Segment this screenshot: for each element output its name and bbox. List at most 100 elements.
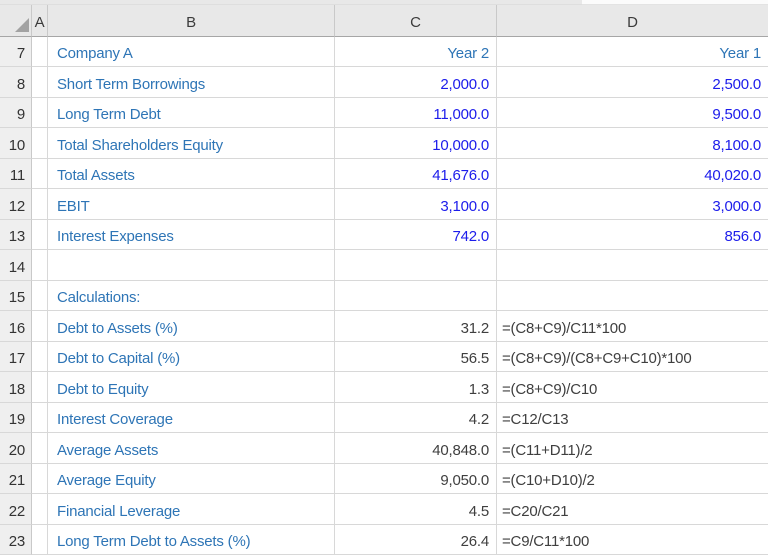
cell-A11[interactable]: [32, 159, 48, 189]
cell-D7[interactable]: Year 1: [497, 37, 768, 67]
cell-C23[interactable]: 26.4: [335, 525, 497, 555]
sheet-row-12: 12 EBIT3,100.03,000.0: [0, 189, 768, 219]
cell-D13[interactable]: 856.0: [497, 220, 768, 250]
cell-B11[interactable]: Total Assets: [48, 159, 335, 189]
cell-A15[interactable]: [32, 281, 48, 311]
cell-B8[interactable]: Short Term Borrowings: [48, 67, 335, 97]
cell-B7[interactable]: Company A: [48, 37, 335, 67]
cell-C14[interactable]: [335, 250, 497, 280]
cell-D10[interactable]: 8,100.0: [497, 128, 768, 158]
cell-A18[interactable]: [32, 372, 48, 402]
row-header-21[interactable]: 21: [0, 464, 32, 494]
cell-D12[interactable]: 3,000.0: [497, 189, 768, 219]
cell-D22[interactable]: =C20/C21: [497, 494, 768, 524]
cell-C20[interactable]: 40,848.0: [335, 433, 497, 463]
cell-C12[interactable]: 3,100.0: [335, 189, 497, 219]
row-header-15[interactable]: 15: [0, 281, 32, 311]
cell-B23[interactable]: Long Term Debt to Assets (%): [48, 525, 335, 555]
column-header-row: A B C D: [0, 5, 768, 37]
cell-B14[interactable]: [48, 250, 335, 280]
row-header-9[interactable]: 9: [0, 98, 32, 128]
row-header-7[interactable]: 7: [0, 37, 32, 67]
cell-C7[interactable]: Year 2: [335, 37, 497, 67]
cell-D19[interactable]: =C12/C13: [497, 403, 768, 433]
cell-D20[interactable]: =(C11+D11)/2: [497, 433, 768, 463]
cell-D21[interactable]: =(C10+D10)/2: [497, 464, 768, 494]
cell-B12[interactable]: EBIT: [48, 189, 335, 219]
cell-B22[interactable]: Financial Leverage: [48, 494, 335, 524]
row-header-8[interactable]: 8: [0, 67, 32, 97]
cell-A10[interactable]: [32, 128, 48, 158]
cell-A23[interactable]: [32, 525, 48, 555]
cell-D14[interactable]: [497, 250, 768, 280]
cell-C9[interactable]: 11,000.0: [335, 98, 497, 128]
cell-A21[interactable]: [32, 464, 48, 494]
row-header-18[interactable]: 18: [0, 372, 32, 402]
cell-B20[interactable]: Average Assets: [48, 433, 335, 463]
cell-C19[interactable]: 4.2: [335, 403, 497, 433]
column-header-C[interactable]: C: [335, 5, 497, 37]
sheet-row-18: 18 Debt to Equity1.3=(C8+C9)/C10: [0, 372, 768, 402]
sheet-row-7: 7 Company AYear 2Year 1: [0, 37, 768, 67]
row-header-14[interactable]: 14: [0, 250, 32, 280]
cell-C8[interactable]: 2,000.0: [335, 67, 497, 97]
sheet-row-23: 23 Long Term Debt to Assets (%)26.4=C9/C1…: [0, 525, 768, 555]
cell-A8[interactable]: [32, 67, 48, 97]
cell-A20[interactable]: [32, 433, 48, 463]
cell-B13[interactable]: Interest Expenses: [48, 220, 335, 250]
sheet-row-14: 14: [0, 250, 768, 280]
sheet-row-17: 17 Debt to Capital (%)56.5=(C8+C9)/(C8+C9…: [0, 342, 768, 372]
row-header-10[interactable]: 10: [0, 128, 32, 158]
cell-D23[interactable]: =C9/C11*100: [497, 525, 768, 555]
cell-D11[interactable]: 40,020.0: [497, 159, 768, 189]
cell-B9[interactable]: Long Term Debt: [48, 98, 335, 128]
row-header-13[interactable]: 13: [0, 220, 32, 250]
select-all-button[interactable]: [0, 5, 32, 37]
cell-C10[interactable]: 10,000.0: [335, 128, 497, 158]
cell-B19[interactable]: Interest Coverage: [48, 403, 335, 433]
row-header-16[interactable]: 16: [0, 311, 32, 341]
cell-C22[interactable]: 4.5: [335, 494, 497, 524]
cell-B18[interactable]: Debt to Equity: [48, 372, 335, 402]
row-header-20[interactable]: 20: [0, 433, 32, 463]
row-header-22[interactable]: 22: [0, 494, 32, 524]
cell-A19[interactable]: [32, 403, 48, 433]
cell-B10[interactable]: Total Shareholders Equity: [48, 128, 335, 158]
cell-B17[interactable]: Debt to Capital (%): [48, 342, 335, 372]
cell-C16[interactable]: 31.2: [335, 311, 497, 341]
cell-A14[interactable]: [32, 250, 48, 280]
cell-A16[interactable]: [32, 311, 48, 341]
cell-C13[interactable]: 742.0: [335, 220, 497, 250]
column-header-D[interactable]: D: [497, 5, 768, 37]
cell-D16[interactable]: =(C8+C9)/C11*100: [497, 311, 768, 341]
cell-C15[interactable]: [335, 281, 497, 311]
row-header-12[interactable]: 12: [0, 189, 32, 219]
sheet-row-20: 20 Average Assets40,848.0=(C11+D11)/2: [0, 433, 768, 463]
cell-C18[interactable]: 1.3: [335, 372, 497, 402]
cell-A7[interactable]: [32, 37, 48, 67]
column-header-B[interactable]: B: [48, 5, 335, 37]
cell-C17[interactable]: 56.5: [335, 342, 497, 372]
cell-D8[interactable]: 2,500.0: [497, 67, 768, 97]
cell-A22[interactable]: [32, 494, 48, 524]
cell-B16[interactable]: Debt to Assets (%): [48, 311, 335, 341]
cell-A17[interactable]: [32, 342, 48, 372]
cell-A9[interactable]: [32, 98, 48, 128]
column-header-A[interactable]: A: [32, 5, 48, 37]
cell-D15[interactable]: [497, 281, 768, 311]
cell-A12[interactable]: [32, 189, 48, 219]
row-header-17[interactable]: 17: [0, 342, 32, 372]
cell-C21[interactable]: 9,050.0: [335, 464, 497, 494]
cell-D9[interactable]: 9,500.0: [497, 98, 768, 128]
cell-B15[interactable]: Calculations:: [48, 281, 335, 311]
cell-C11[interactable]: 41,676.0: [335, 159, 497, 189]
sheet-row-13: 13 Interest Expenses742.0856.0: [0, 220, 768, 250]
cell-A13[interactable]: [32, 220, 48, 250]
row-header-23[interactable]: 23: [0, 525, 32, 555]
cell-D18[interactable]: =(C8+C9)/C10: [497, 372, 768, 402]
cell-B21[interactable]: Average Equity: [48, 464, 335, 494]
row-header-19[interactable]: 19: [0, 403, 32, 433]
cell-D17[interactable]: =(C8+C9)/(C8+C9+C10)*100: [497, 342, 768, 372]
sheet-row-22: 22 Financial Leverage4.5=C20/C21: [0, 494, 768, 524]
row-header-11[interactable]: 11: [0, 159, 32, 189]
